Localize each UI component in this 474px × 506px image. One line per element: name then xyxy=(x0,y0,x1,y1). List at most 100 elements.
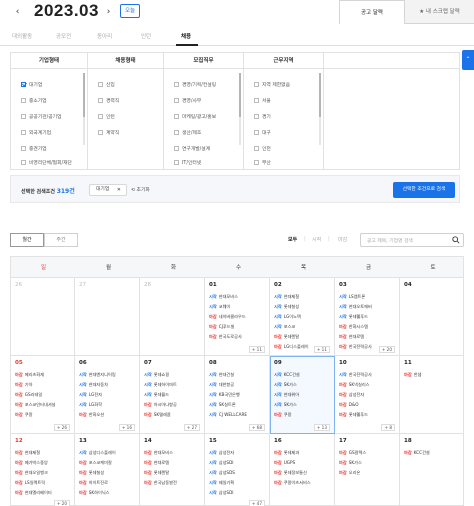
filter-option[interactable]: 마케팅/광고/홍보 xyxy=(174,113,216,120)
calendar-event[interactable]: 시작 삼성SDS xyxy=(209,470,265,476)
more-events-button[interactable]: + 20 xyxy=(53,500,70,506)
checkbox-icon[interactable] xyxy=(174,130,179,135)
calendar-event[interactable]: 시작 현대건설 xyxy=(209,372,265,378)
calendar-event[interactable]: 마감 포스코인터내셔널 xyxy=(15,402,71,408)
calendar-day[interactable]: 11 마감 한샘 xyxy=(400,356,464,434)
tab-activities[interactable]: 대외활동 xyxy=(12,32,32,40)
checkbox-icon[interactable] xyxy=(174,114,179,119)
checkbox-icon[interactable] xyxy=(174,82,179,87)
next-month-button[interactable]: › xyxy=(103,5,114,19)
calendar-event[interactable]: 마감 SK넥실리스 xyxy=(339,382,395,388)
calendar-day[interactable]: 28 xyxy=(140,278,205,356)
calendar-event[interactable]: 시작 삼성SDI xyxy=(209,490,265,496)
calendar-day[interactable]: 05 마감 메리츠화재 마감 기아 마감 GS리테일 마감 포스코인터내셔널 마감 쿠팡 + 26 xyxy=(10,356,75,434)
calendar-event[interactable]: 마감 현대모비스 xyxy=(144,450,200,456)
calendar-day[interactable]: 07 시작 롯데쇼핑 시작 롯데하이마트 시작 롯데월드 마감 아시아나항공 마감 SK텔레콤 + 2… xyxy=(140,356,205,434)
checkbox-icon[interactable] xyxy=(98,114,103,119)
checkbox-icon[interactable] xyxy=(174,160,179,165)
checkbox-icon[interactable] xyxy=(254,130,259,135)
calendar-day[interactable]: 15 시작 삼성전자 시작 삼성SDI 시작 삼성SDS 시작 제일기획 시작 삼성SDI + 47 xyxy=(205,434,270,506)
checkbox-icon[interactable] xyxy=(174,98,179,103)
calendar-event[interactable]: 마감 롯데제과 xyxy=(274,450,330,456)
filter-option[interactable]: 중견기업 xyxy=(21,145,47,152)
calendar-event[interactable]: 마감 쿠팡 xyxy=(15,412,71,418)
filter-option[interactable]: 외국계기업 xyxy=(21,129,51,136)
checkbox-icon[interactable] xyxy=(98,82,103,87)
tab-recruit[interactable]: 채용 xyxy=(181,32,191,40)
filter-option[interactable]: 경기 xyxy=(254,113,271,120)
scrollbar-thumb[interactable] xyxy=(239,73,241,117)
calendar-event[interactable]: 시작 LG화학 xyxy=(79,402,135,408)
calendar-event[interactable]: 시작 현대위아 xyxy=(274,392,330,398)
calendar-event[interactable]: 시작 현대오토에버 xyxy=(339,304,395,310)
calendar-event[interactable]: 시작 CJ WELLCARE xyxy=(209,412,265,418)
checkbox-icon[interactable] xyxy=(21,130,26,135)
calendar-day[interactable]: 14 마감 현대모비스 마감 현대로템 마감 롯데렌탈 마감 한국남동발전 xyxy=(140,434,205,506)
calendar-event[interactable]: 마감 D&O xyxy=(339,402,395,408)
close-icon[interactable]: ✕ xyxy=(117,185,121,195)
calendar-event[interactable]: 시작 롯데웰푸드 xyxy=(339,314,395,320)
calendar-day[interactable]: 08 시작 현대건설 시작 대한항공 시작 KB국민은행 시작 SK실트론 시작 CJ WELLCA… xyxy=(205,356,270,434)
calendar-day[interactable]: 03 시작 LS엠트론 시작 현대오토에버 시작 롯데웰푸드 마감 한화시스템 마감 현대로템 마감 한… xyxy=(335,278,400,356)
checkbox-icon[interactable] xyxy=(98,98,103,103)
calendar-event[interactable]: 마감 오리온 xyxy=(339,470,395,476)
tab-contest[interactable]: 공모전 xyxy=(56,32,71,40)
calendar-event[interactable]: 마감 한국도로공사 xyxy=(209,334,265,340)
calendar-event[interactable]: 시작 LS엠트론 xyxy=(339,294,395,300)
checkbox-icon[interactable] xyxy=(21,160,26,165)
filter-option[interactable]: IT/인터넷 xyxy=(174,159,201,166)
scrollbar[interactable] xyxy=(239,73,241,145)
filter-option[interactable]: 생산/제조 xyxy=(174,129,201,136)
filter-option[interactable]: 비영리단체/협회/재단 xyxy=(21,159,72,166)
filter-option[interactable]: 연구개발/설계 xyxy=(174,145,210,152)
more-events-button[interactable]: + 13 xyxy=(313,424,330,431)
calendar-event[interactable]: 시작 SK실트론 xyxy=(209,402,265,408)
calendar-day[interactable]: 10 시작 한국전력공사 마감 SK넥실리스 마감 삼성전자 마감 D&O 마감 롯데웰푸드 + 8 xyxy=(335,356,400,434)
calendar-event[interactable]: 마감 현대제철 xyxy=(15,450,71,456)
calendar-event[interactable]: 마감 삼성전자 xyxy=(339,392,395,398)
more-events-button[interactable]: + 16 xyxy=(118,424,135,431)
tab-club[interactable]: 동아리 xyxy=(97,32,112,40)
calendar-event[interactable]: 마감 기아 xyxy=(15,382,71,388)
calendar-event[interactable]: 마감 한화시스템 xyxy=(339,324,395,330)
monthly-view-button[interactable]: 월간 xyxy=(10,233,44,247)
calendar-day[interactable]: 18 마감 KCC건설 xyxy=(400,434,464,506)
calendar-event[interactable]: 마감 아시아나항공 xyxy=(144,402,200,408)
calendar-event[interactable]: 시작 현대제철 xyxy=(274,294,330,300)
calendar-event[interactable]: 마감 UGPS xyxy=(274,460,330,466)
checkbox-icon[interactable] xyxy=(254,82,259,87)
calendar-event[interactable]: 시작 롯데월드 xyxy=(144,392,200,398)
calendar-event[interactable]: 마감 롯데렌탈 xyxy=(144,470,200,476)
search-icon[interactable] xyxy=(452,236,460,244)
filter-option[interactable]: 신입 xyxy=(98,81,115,88)
calendar-day[interactable]: 27 xyxy=(75,278,140,356)
calendar-event[interactable]: 시작 롯데쇼핑 xyxy=(144,372,200,378)
calendar-event[interactable]: 시작 KB국민은행 xyxy=(209,392,265,398)
calendar-event[interactable]: 마감 쿠팡이츠서비스 xyxy=(274,480,330,486)
calendar-event[interactable]: 시작 포스코 xyxy=(274,324,330,330)
scrollbar-thumb[interactable] xyxy=(319,73,321,117)
calendar-event[interactable]: 마감 한국남동발전 xyxy=(144,480,200,486)
calendar-event[interactable]: 마감 현대로템 xyxy=(144,460,200,466)
calendar-day[interactable]: 12 마감 현대제철 마감 메가박스중앙 마감 현대오일뱅크 마감 LS일렉트릭 마감 현대엘리베이… xyxy=(10,434,75,506)
tab-scrap-calendar[interactable]: ★ 내 스크랩 달력 xyxy=(405,0,474,24)
weekly-view-button[interactable]: 주간 xyxy=(44,233,78,247)
apply-search-button[interactable]: 선택한 조건으로 검색 xyxy=(393,182,455,198)
more-events-button[interactable]: + 11 xyxy=(313,346,330,353)
calendar-event[interactable]: 시작 현대엔지니어링 xyxy=(79,372,135,378)
calendar-event[interactable]: 마감 GS칼텍스 xyxy=(339,450,395,456)
calendar-event[interactable]: 마감 쿠팡 xyxy=(274,412,330,418)
calendar-event[interactable]: 마감 포스코케미칼 xyxy=(79,460,135,466)
more-events-button[interactable]: + 20 xyxy=(378,346,395,353)
filter-end[interactable]: 마감 xyxy=(338,236,347,243)
checkbox-icon[interactable] xyxy=(254,98,259,103)
calendar-event[interactable]: 마감 메리츠화재 xyxy=(15,372,71,378)
calendar-event[interactable]: 마감 SK하이닉스 xyxy=(79,490,135,496)
more-events-button[interactable]: + 68 xyxy=(248,424,265,431)
calendar-event[interactable]: 마감 한샘 xyxy=(404,372,460,378)
calendar-event[interactable]: 마감 KCC건설 xyxy=(404,450,460,456)
calendar-day[interactable]: 17 마감 GS칼텍스 마감 SK가스 마감 오리온 xyxy=(335,434,400,506)
calendar-event[interactable]: 시작 제일기획 xyxy=(209,480,265,486)
more-events-button[interactable]: + 27 xyxy=(183,424,200,431)
calendar-event[interactable]: 마감 LS일렉트릭 xyxy=(15,480,71,486)
